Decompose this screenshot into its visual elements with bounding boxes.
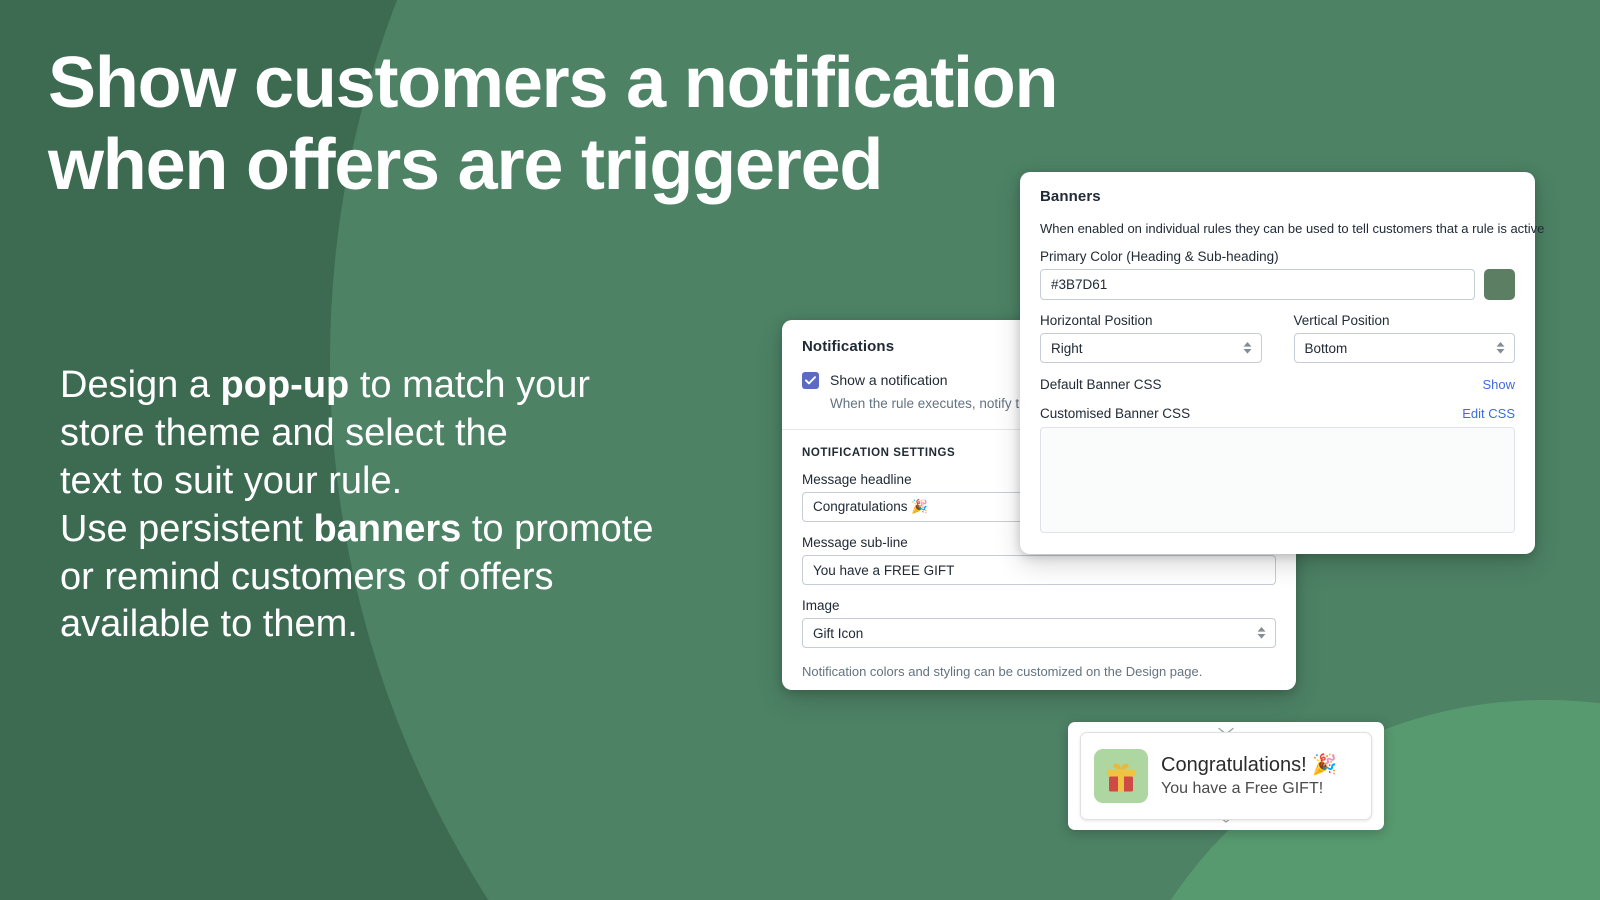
stepper-icon — [1257, 627, 1266, 639]
image-field: Image Gift Icon — [802, 598, 1276, 648]
banners-card-title: Banners — [1040, 188, 1101, 205]
body-line-6: available to them. — [60, 603, 358, 646]
gift-icon — [1107, 763, 1135, 792]
image-label: Image — [802, 598, 840, 613]
show-notification-checkbox[interactable] — [802, 372, 819, 389]
page-title: Show customers a notification when offers… — [48, 42, 1138, 206]
body-line-5: or remind customers of offers — [60, 555, 554, 598]
body-line-1-bold: pop-up — [220, 364, 350, 406]
image-select-value: Gift Icon — [813, 625, 864, 641]
vertical-position-value: Bottom — [1304, 340, 1348, 356]
toast-subline: You have a Free GIFT! — [1161, 780, 1324, 797]
vertical-position-select[interactable]: Bottom — [1293, 333, 1515, 363]
stepper-icon — [1243, 342, 1252, 354]
show-notification-text: Show a notification When the rule execut… — [830, 371, 1045, 413]
toast-text: Congratulations! 🎉 You have a Free GIFT! — [1161, 754, 1337, 798]
checkmark-icon — [805, 376, 816, 385]
headline-line-2: when offers are triggered — [48, 125, 883, 206]
toast-preview-frame: Congratulations! 🎉 You have a Free GIFT! — [1068, 722, 1384, 830]
banners-card-description: When enabled on individual rules they ca… — [1040, 221, 1545, 236]
notification-toast[interactable]: Congratulations! 🎉 You have a Free GIFT! — [1080, 732, 1372, 820]
edit-css-link[interactable]: Edit CSS — [1462, 406, 1515, 421]
body-line-4-pre: Use persistent — [60, 507, 314, 550]
primary-color-input[interactable]: #3B7D61 — [1040, 269, 1475, 300]
body-line-1-pre: Design a — [60, 364, 221, 406]
horizontal-position-select[interactable]: Right — [1040, 333, 1262, 363]
body-line-3: text to suit your rule. — [60, 459, 403, 502]
show-notification-help: When the rule executes, notify the c — [830, 396, 1045, 411]
customised-banner-css-textarea[interactable] — [1040, 427, 1515, 533]
color-swatch[interactable] — [1484, 269, 1515, 300]
body-line-1-post: to match your — [349, 364, 591, 406]
stepper-icon — [1496, 342, 1505, 354]
default-banner-css-row: Default Banner CSS Show — [1040, 377, 1515, 392]
customised-banner-css-label: Customised Banner CSS — [1040, 406, 1191, 421]
horizontal-position-field: Horizontal Position Right — [1040, 313, 1262, 363]
hero-section: Show customers a notification when offers… — [48, 42, 1138, 206]
message-subline-input[interactable]: You have a FREE GIFT — [802, 555, 1276, 585]
position-fields: Horizontal Position Right Vertical Posit… — [1040, 313, 1515, 363]
body-line-4: Use persistent banners to promote — [60, 506, 760, 554]
show-notification-label: Show a notification — [830, 372, 948, 388]
notifications-card-footer: Notification colors and styling can be c… — [802, 664, 1203, 679]
image-select[interactable]: Gift Icon — [802, 618, 1276, 648]
body-line-4-bold: banners — [313, 507, 462, 550]
show-default-css-link[interactable]: Show — [1482, 377, 1515, 392]
body-line-4-post: to promote — [461, 507, 654, 550]
body-line-1: Design a pop-up to match your — [60, 362, 760, 410]
primary-color-row: #3B7D61 — [1040, 269, 1515, 300]
primary-color-label: Primary Color (Heading & Sub-heading) — [1040, 249, 1279, 264]
vertical-position-field: Vertical Position Bottom — [1293, 313, 1515, 363]
gift-icon-tile — [1094, 749, 1148, 803]
customised-banner-css-row: Customised Banner CSS Edit CSS — [1040, 406, 1515, 421]
banners-card: Banners When enabled on individual rules… — [1020, 172, 1545, 554]
toast-headline: Congratulations! 🎉 — [1161, 754, 1338, 776]
vertical-position-label: Vertical Position — [1293, 313, 1390, 328]
horizontal-position-label: Horizontal Position — [1040, 313, 1153, 328]
horizontal-position-value: Right — [1051, 340, 1083, 356]
body-line-2: store theme and select the — [60, 411, 508, 454]
primary-color-field: Primary Color (Heading & Sub-heading) #3… — [1040, 249, 1515, 300]
headline-line-1: Show customers a notification — [48, 43, 1059, 123]
hero-body-copy: Design a pop-up to match your store them… — [60, 362, 760, 649]
default-banner-css-label: Default Banner CSS — [1040, 377, 1162, 392]
